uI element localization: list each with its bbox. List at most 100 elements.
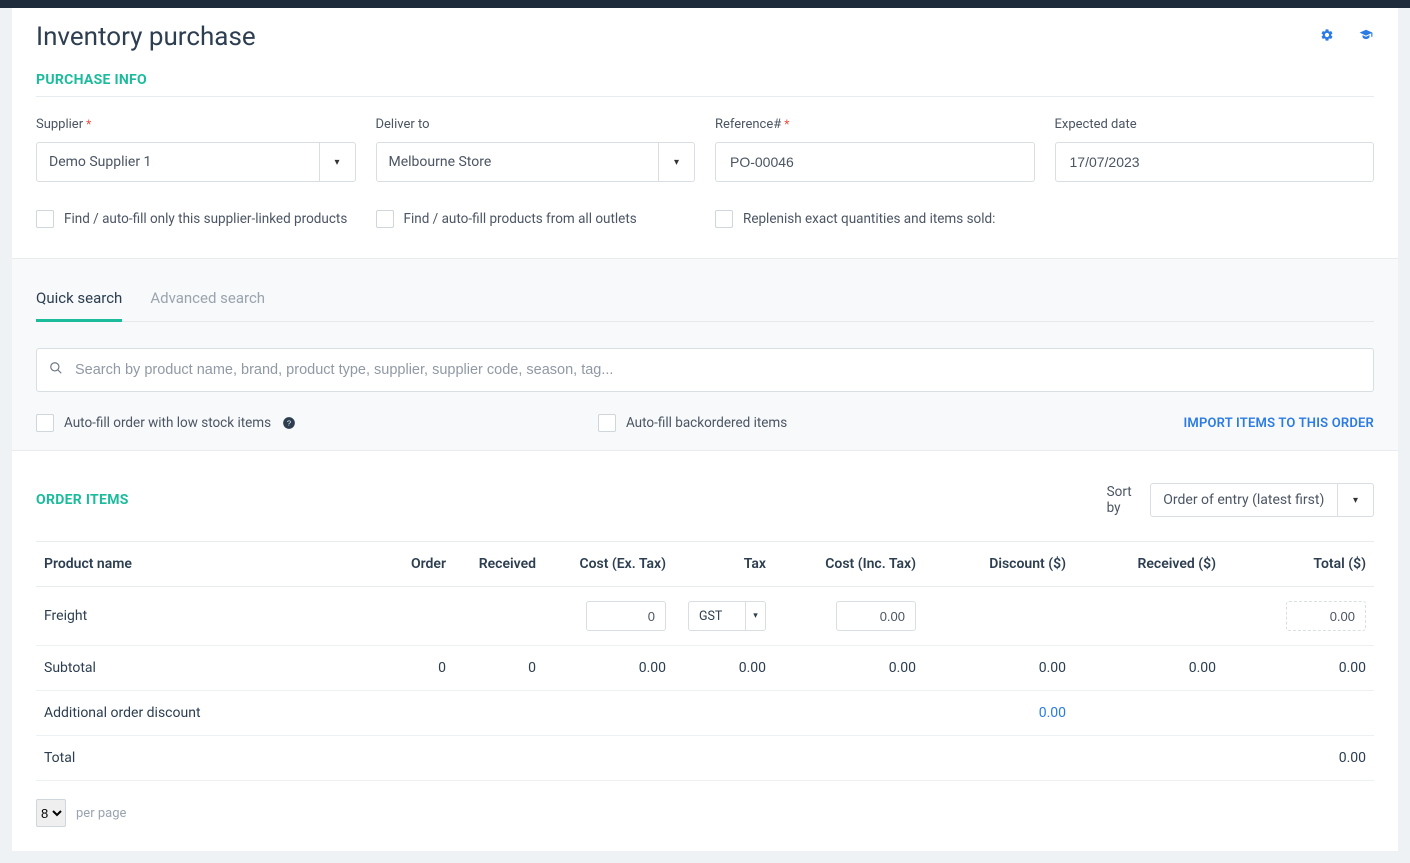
col-cost-ex: Cost (Ex. Tax) bbox=[544, 542, 674, 587]
order-items-section: ORDER ITEMS Sort by Order of entry (late… bbox=[36, 483, 1374, 827]
deliver-field: Deliver to Melbourne Store ▾ bbox=[376, 117, 696, 182]
col-product-name: Product name bbox=[36, 542, 364, 587]
sort-by-select[interactable]: Order of entry (latest first) ▾ bbox=[1150, 483, 1374, 517]
chevron-down-icon: ▾ bbox=[745, 602, 765, 630]
search-input[interactable] bbox=[73, 361, 1361, 379]
import-items-link[interactable]: IMPORT ITEMS TO THIS ORDER bbox=[1183, 416, 1374, 431]
svg-text:?: ? bbox=[287, 418, 291, 427]
total-value: 0.00 bbox=[1224, 736, 1374, 781]
subtotal-discount: 0.00 bbox=[924, 646, 1074, 691]
search-tabs: Quick search Advanced search bbox=[36, 277, 1374, 322]
chk-replenish-label: Replenish exact quantities and items sol… bbox=[743, 211, 995, 227]
reference-label: Reference# bbox=[715, 117, 1035, 132]
additional-discount-value[interactable]: 0.00 bbox=[924, 691, 1074, 736]
chk-supplier-linked[interactable]: Find / auto-fill only this supplier-link… bbox=[36, 210, 356, 228]
order-items-table: Product name Order Received Cost (Ex. Ta… bbox=[36, 541, 1374, 781]
subtotal-label: Subtotal bbox=[36, 646, 364, 691]
col-discount: Discount ($) bbox=[924, 542, 1074, 587]
purchase-fields: Supplier Demo Supplier 1 ▾ Deliver to Me… bbox=[36, 117, 1374, 182]
subtotal-order: 0 bbox=[364, 646, 454, 691]
expected-field: Expected date bbox=[1055, 117, 1375, 182]
reference-input[interactable] bbox=[728, 153, 1022, 171]
freight-cost-ex-input[interactable] bbox=[586, 601, 666, 631]
sort-by-value: Order of entry (latest first) bbox=[1163, 492, 1324, 508]
checkbox-icon bbox=[715, 210, 733, 228]
purchase-checks: Find / auto-fill only this supplier-link… bbox=[36, 210, 1374, 228]
pager: 8 per page bbox=[36, 799, 1374, 827]
per-page-label: per page bbox=[76, 806, 126, 821]
reference-input-wrap bbox=[715, 142, 1035, 182]
page-header: Inventory purchase bbox=[36, 22, 1374, 52]
chk-low-stock-label: Auto-fill order with low stock items bbox=[64, 415, 271, 431]
subtotal-received: 0 bbox=[454, 646, 544, 691]
top-app-bar bbox=[0, 0, 1410, 8]
freight-cost-inc-input[interactable] bbox=[836, 601, 916, 631]
chk-low-stock[interactable]: Auto-fill order with low stock items ? bbox=[36, 414, 598, 432]
chk-replenish[interactable]: Replenish exact quantities and items sol… bbox=[715, 210, 1035, 228]
total-label: Total bbox=[36, 736, 364, 781]
supplier-value: Demo Supplier 1 bbox=[49, 154, 151, 170]
supplier-select[interactable]: Demo Supplier 1 ▾ bbox=[36, 142, 356, 182]
reference-field: Reference# bbox=[715, 117, 1035, 182]
search-section: Quick search Advanced search Auto-fill o… bbox=[12, 258, 1398, 451]
col-cost-inc: Cost (Inc. Tax) bbox=[774, 542, 924, 587]
col-total: Total ($) bbox=[1224, 542, 1374, 587]
page-card: Inventory purchase PURCHASE INFO Supplie… bbox=[12, 8, 1398, 851]
col-tax: Tax bbox=[674, 542, 774, 587]
chevron-down-icon: ▾ bbox=[1337, 484, 1373, 516]
chk-all-outlets[interactable]: Find / auto-fill products from all outle… bbox=[376, 210, 696, 228]
expected-input-wrap bbox=[1055, 142, 1375, 182]
chk-backordered-label: Auto-fill backordered items bbox=[626, 415, 787, 431]
purchase-info-title: PURCHASE INFO bbox=[36, 72, 1374, 88]
supplier-label: Supplier bbox=[36, 117, 356, 132]
row-total: Total 0.00 bbox=[36, 736, 1374, 781]
chevron-down-icon: ▾ bbox=[658, 143, 694, 181]
chevron-down-icon: ▾ bbox=[319, 143, 355, 181]
search-icon bbox=[49, 361, 63, 379]
autofill-row: Auto-fill order with low stock items ? A… bbox=[36, 414, 1374, 432]
checkbox-icon bbox=[36, 210, 54, 228]
subtotal-cost-inc: 0.00 bbox=[774, 646, 924, 691]
chk-all-outlets-label: Find / auto-fill products from all outle… bbox=[404, 211, 637, 227]
tab-quick-search[interactable]: Quick search bbox=[36, 277, 122, 322]
row-subtotal: Subtotal 0 0 0.00 0.00 0.00 0.00 0.00 0.… bbox=[36, 646, 1374, 691]
chk-backordered[interactable]: Auto-fill backordered items bbox=[598, 414, 787, 432]
subtotal-total: 0.00 bbox=[1224, 646, 1374, 691]
additional-label: Additional order discount bbox=[36, 691, 364, 736]
deliver-select[interactable]: Melbourne Store ▾ bbox=[376, 142, 696, 182]
supplier-field: Supplier Demo Supplier 1 ▾ bbox=[36, 117, 356, 182]
expected-date-input[interactable] bbox=[1068, 153, 1362, 171]
col-order: Order bbox=[364, 542, 454, 587]
subtotal-cost-ex: 0.00 bbox=[544, 646, 674, 691]
tab-advanced-search[interactable]: Advanced search bbox=[150, 277, 265, 322]
row-additional-discount: Additional order discount 0.00 bbox=[36, 691, 1374, 736]
deliver-label: Deliver to bbox=[376, 117, 696, 132]
order-items-title: ORDER ITEMS bbox=[36, 492, 129, 508]
page-title: Inventory purchase bbox=[36, 22, 256, 52]
row-freight: Freight GST ▾ bbox=[36, 587, 1374, 646]
sort-by: Sort by Order of entry (latest first) ▾ bbox=[1107, 483, 1374, 517]
col-received-amt: Received ($) bbox=[1074, 542, 1224, 587]
header-actions bbox=[1320, 28, 1374, 46]
graduation-cap-icon[interactable] bbox=[1358, 28, 1374, 46]
divider bbox=[36, 96, 1374, 97]
col-received: Received bbox=[454, 542, 544, 587]
subtotal-received-amt: 0.00 bbox=[1074, 646, 1224, 691]
freight-total-input[interactable] bbox=[1286, 601, 1366, 631]
search-bar bbox=[36, 348, 1374, 392]
deliver-value: Melbourne Store bbox=[389, 154, 492, 170]
chk-supplier-linked-label: Find / auto-fill only this supplier-link… bbox=[64, 211, 347, 227]
freight-tax-select[interactable]: GST ▾ bbox=[688, 601, 766, 631]
help-icon[interactable]: ? bbox=[281, 415, 297, 431]
gear-icon[interactable] bbox=[1320, 28, 1334, 46]
table-header-row: Product name Order Received Cost (Ex. Ta… bbox=[36, 542, 1374, 587]
order-items-header: ORDER ITEMS Sort by Order of entry (late… bbox=[36, 483, 1374, 517]
freight-tax-value: GST bbox=[699, 609, 722, 624]
expected-label: Expected date bbox=[1055, 117, 1375, 132]
checkbox-icon bbox=[36, 414, 54, 432]
page-size-select[interactable]: 8 bbox=[36, 799, 66, 827]
checkbox-icon bbox=[376, 210, 394, 228]
freight-label: Freight bbox=[36, 587, 364, 646]
checkbox-icon bbox=[598, 414, 616, 432]
sort-by-label: Sort by bbox=[1107, 484, 1141, 516]
